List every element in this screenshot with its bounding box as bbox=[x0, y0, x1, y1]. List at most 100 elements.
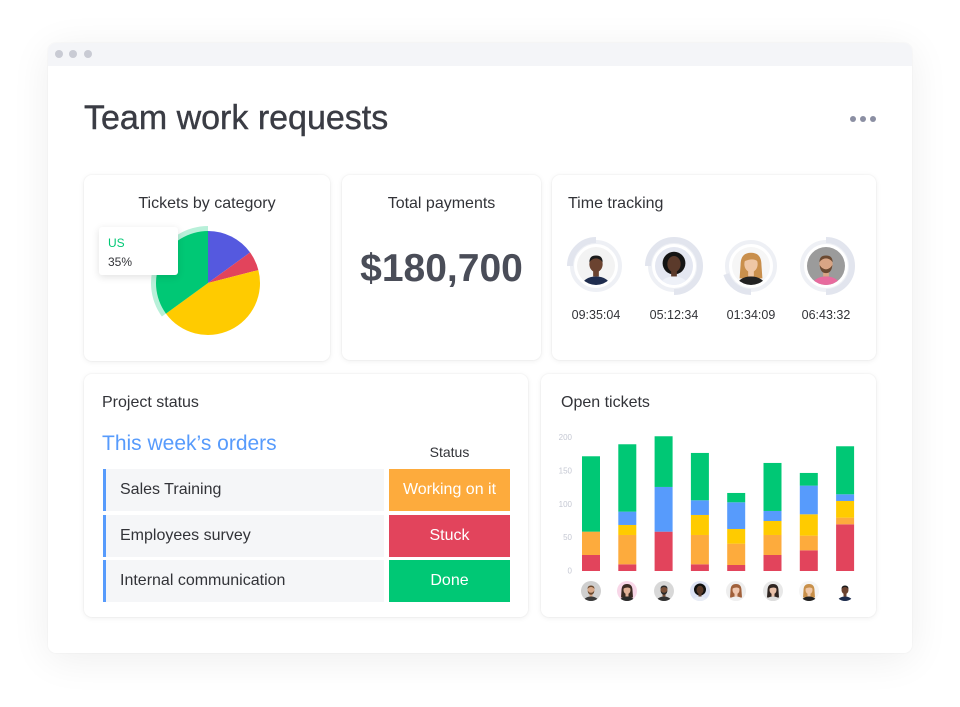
bar-segment-red[interactable] bbox=[654, 531, 673, 571]
bar-segment-green[interactable] bbox=[763, 462, 782, 511]
item-name[interactable]: Employees survey bbox=[103, 515, 384, 557]
avatar-image bbox=[577, 247, 615, 285]
bar-segment-green[interactable] bbox=[799, 472, 818, 486]
assignee-avatar[interactable] bbox=[689, 581, 710, 601]
bar-segment-yellow[interactable] bbox=[836, 500, 855, 518]
avatar-image bbox=[653, 581, 674, 601]
bar-segment-blue[interactable] bbox=[618, 511, 637, 525]
bar-segment-yellow[interactable] bbox=[690, 514, 709, 535]
tracked-time: 01:34:09 bbox=[726, 308, 776, 322]
bar-segment-red[interactable] bbox=[763, 554, 782, 571]
tooltip-value: 35% bbox=[108, 255, 133, 269]
assignee-avatar[interactable] bbox=[835, 581, 856, 601]
bar-segment-yellow[interactable] bbox=[763, 520, 782, 535]
bar-segment-blue[interactable] bbox=[727, 502, 746, 529]
bar-segment-red[interactable] bbox=[690, 564, 709, 571]
bar-segment-orange[interactable] bbox=[727, 543, 746, 565]
tickets-by-category-widget: Tickets by category US 35% bbox=[84, 175, 330, 361]
assignee-avatar[interactable] bbox=[653, 581, 674, 601]
more-options-button[interactable] bbox=[848, 113, 878, 125]
app-window: Team work requests Tickets by category U… bbox=[48, 43, 912, 653]
bar-segment-blue[interactable] bbox=[690, 500, 709, 515]
status-column-header[interactable]: Status bbox=[389, 444, 510, 460]
widget-title: Project status bbox=[102, 394, 199, 411]
more-horizontal-icon bbox=[860, 116, 866, 122]
bar-segment-green[interactable] bbox=[727, 492, 746, 503]
bar-segment-blue[interactable] bbox=[654, 486, 673, 532]
total-payments-amount: $180,700 bbox=[360, 247, 523, 290]
time-tracking-member[interactable]: 01:34:09 bbox=[719, 234, 783, 334]
avatar bbox=[732, 247, 770, 285]
table-row[interactable]: Internal communication Done bbox=[103, 560, 510, 602]
tooltip-label: US bbox=[108, 236, 125, 250]
assignee-avatar[interactable] bbox=[798, 581, 819, 601]
bar-segment-orange[interactable] bbox=[690, 534, 709, 565]
table-row[interactable]: Employees survey Stuck bbox=[103, 515, 510, 557]
open-tickets-widget: Open tickets 0 50 100 150 200 bbox=[541, 374, 876, 617]
widget-title: Total payments bbox=[387, 195, 496, 212]
total-payments-widget: Total payments $180,700 bbox=[342, 175, 541, 360]
bar-segment-red[interactable] bbox=[618, 564, 637, 571]
widget-title: Time tracking bbox=[568, 195, 664, 212]
bar-segment-red[interactable] bbox=[727, 564, 746, 571]
table-row[interactable]: Sales Training Working on it bbox=[103, 469, 510, 511]
item-name[interactable]: Sales Training bbox=[103, 469, 384, 511]
tracked-time: 06:43:32 bbox=[801, 308, 851, 322]
bar-segment-orange[interactable] bbox=[582, 531, 600, 555]
time-tracking-widget: Time tracking 09:35:04 05:12:34 01:34:09… bbox=[552, 175, 876, 360]
avatar-image bbox=[655, 247, 693, 285]
avatar bbox=[807, 247, 845, 285]
tracked-time: 05:12:34 bbox=[649, 308, 699, 322]
time-tracking-member[interactable]: 06:43:32 bbox=[794, 234, 858, 334]
avatar-image bbox=[689, 581, 710, 601]
bar-segment-red[interactable] bbox=[799, 550, 818, 571]
window-titlebar bbox=[48, 43, 912, 66]
bar-segment-orange[interactable] bbox=[763, 534, 782, 555]
project-status-widget: Project status This week’s orders Status… bbox=[84, 374, 528, 617]
time-tracking-member[interactable]: 09:35:04 bbox=[564, 234, 628, 334]
item-name[interactable]: Internal communication bbox=[103, 560, 384, 602]
time-tracking-member[interactable]: 05:12:34 bbox=[642, 234, 706, 334]
tracked-time: 09:35:04 bbox=[571, 308, 621, 322]
group-title[interactable]: This week’s orders bbox=[102, 432, 277, 456]
bar-segment-blue[interactable] bbox=[763, 510, 782, 521]
more-horizontal-icon bbox=[870, 116, 876, 122]
bar-segment-yellow[interactable] bbox=[799, 514, 818, 536]
bar-segment-red[interactable] bbox=[836, 524, 855, 571]
assignee-avatar[interactable] bbox=[762, 581, 783, 601]
bar-segment-yellow[interactable] bbox=[727, 528, 746, 544]
avatar-image bbox=[581, 581, 601, 601]
avatar-image bbox=[835, 581, 856, 601]
window-control-dot-icon[interactable] bbox=[55, 50, 63, 58]
bar-segment-yellow[interactable] bbox=[618, 524, 637, 535]
bar-segment-green[interactable] bbox=[582, 456, 600, 532]
bar-segment-blue[interactable] bbox=[799, 485, 818, 515]
bar-segment-green[interactable] bbox=[836, 446, 855, 495]
bar-segment-red[interactable] bbox=[582, 554, 600, 571]
avatar bbox=[655, 247, 693, 285]
more-horizontal-icon bbox=[850, 116, 856, 122]
avatar bbox=[577, 247, 615, 285]
page-title: Team work requests bbox=[84, 99, 389, 137]
bar-segment-green[interactable] bbox=[690, 452, 709, 501]
avatar-image bbox=[732, 247, 770, 285]
window-control-dot-icon[interactable] bbox=[69, 50, 77, 58]
bar-segment-blue[interactable] bbox=[836, 494, 855, 501]
status-badge[interactable]: Working on it bbox=[389, 469, 510, 511]
bar-segment-green[interactable] bbox=[654, 436, 673, 487]
bar-segment-orange[interactable] bbox=[836, 517, 855, 525]
avatar-image bbox=[762, 581, 783, 601]
bar-segment-green[interactable] bbox=[618, 444, 637, 512]
bar-segment-orange[interactable] bbox=[799, 535, 818, 551]
status-badge[interactable]: Stuck bbox=[389, 515, 510, 557]
bar-segment-orange[interactable] bbox=[618, 534, 637, 565]
avatar-image bbox=[798, 581, 819, 601]
avatar-image bbox=[807, 247, 845, 285]
status-badge[interactable]: Done bbox=[389, 560, 510, 602]
window-control-dot-icon[interactable] bbox=[84, 50, 92, 58]
y-tick-label: 0 bbox=[568, 567, 573, 576]
y-tick-label: 150 bbox=[559, 466, 573, 475]
y-tick-label: 50 bbox=[563, 533, 572, 542]
pie-tooltip: US 35% bbox=[99, 227, 178, 275]
assignee-avatar[interactable] bbox=[581, 581, 601, 601]
